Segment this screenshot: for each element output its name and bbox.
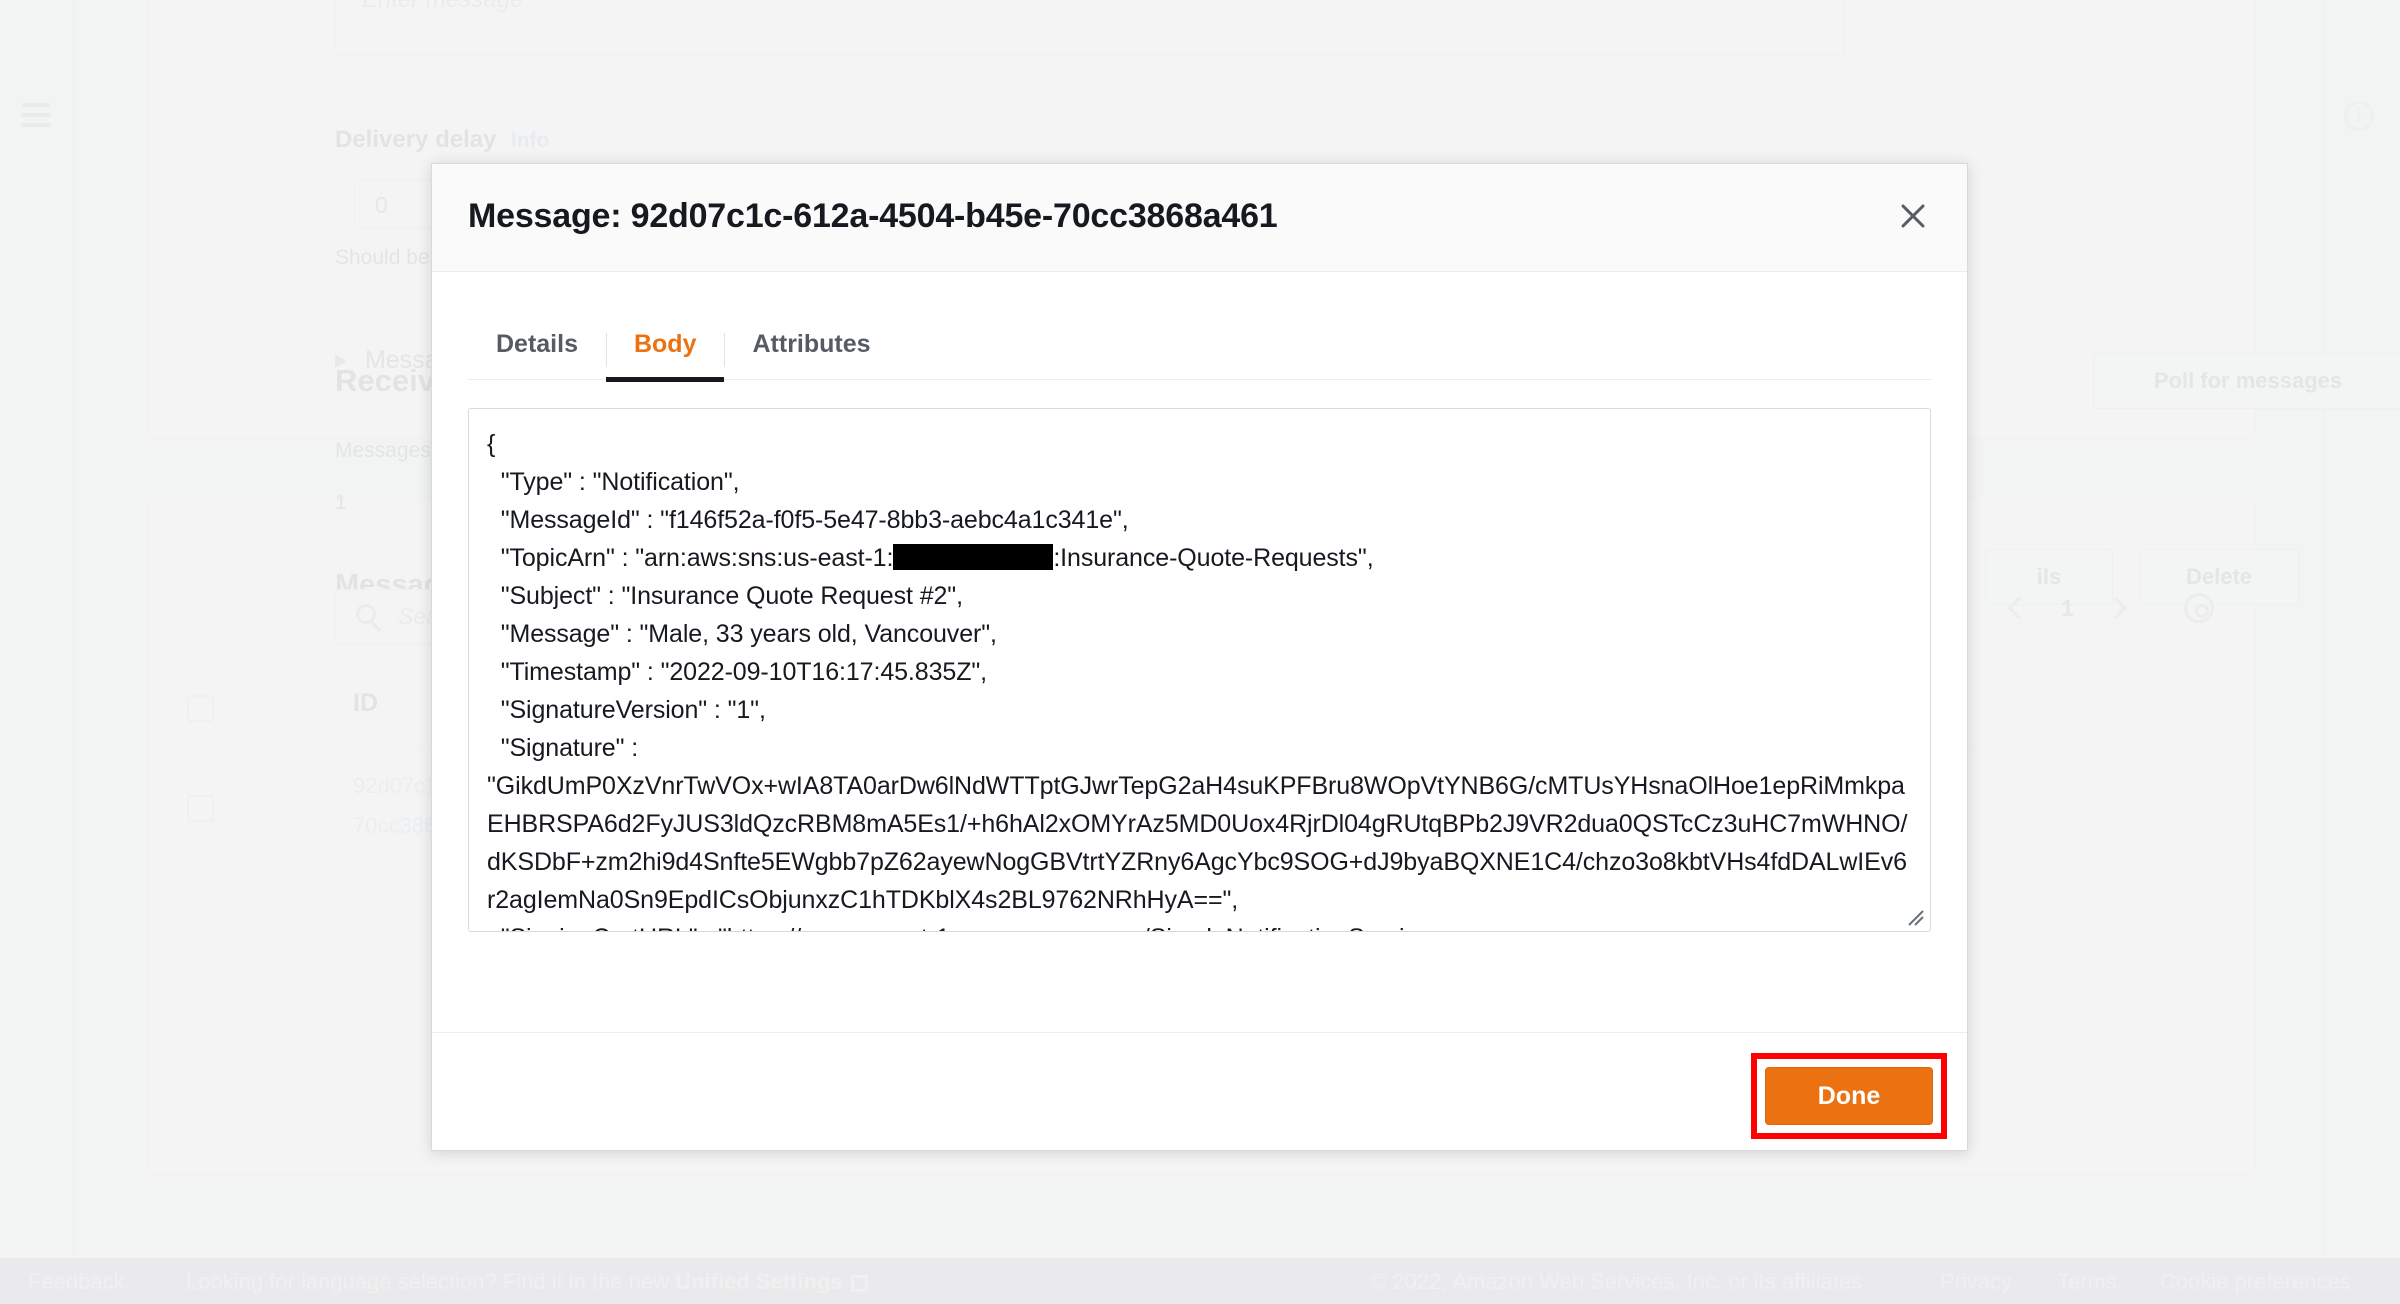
json-line-signature-value: "GikdUmP0XzVnrTwVOx+wIA8TA0arDw6lNdWTTpt… bbox=[487, 772, 1908, 914]
screen: i Enter the message to send to the queue… bbox=[0, 0, 2400, 1304]
json-line-signature-key: "Signature" : bbox=[487, 734, 645, 762]
modal-title: Message: 92d07c1c-612a-4504-b45e-70cc386… bbox=[468, 197, 1278, 235]
modal-header: Message: 92d07c1c-612a-4504-b45e-70cc386… bbox=[432, 164, 1967, 272]
message-body-code-box[interactable]: { "Type" : "Notification", "MessageId" :… bbox=[468, 408, 1931, 932]
close-icon[interactable] bbox=[1885, 188, 1941, 244]
message-body-content: { "Type" : "Notification", "MessageId" :… bbox=[487, 425, 1910, 931]
resize-handle-icon[interactable] bbox=[1903, 905, 1925, 927]
tab-attributes[interactable]: Attributes bbox=[724, 330, 898, 379]
json-line-messageid: "MessageId" : "f146f52a-f0f5-5e47-8bb3-a… bbox=[487, 506, 1129, 534]
tab-details[interactable]: Details bbox=[468, 330, 606, 379]
modal-body: Details Body Attributes { "Type" : "Noti… bbox=[432, 272, 1967, 1032]
json-line-signingcerturl: "SigningCertURL" : "https://sns.us-east-… bbox=[487, 924, 1439, 931]
tab-body[interactable]: Body bbox=[605, 330, 725, 382]
json-line-message: "Message" : "Male, 33 years old, Vancouv… bbox=[487, 620, 997, 648]
json-line-timestamp: "Timestamp" : "2022-09-10T16:17:45.835Z"… bbox=[487, 658, 987, 686]
modal-tabs: Details Body Attributes bbox=[468, 272, 1931, 382]
redacted-account-id bbox=[893, 544, 1054, 570]
json-line-type: "Type" : "Notification", bbox=[487, 468, 740, 496]
json-line-signatureversion: "SignatureVersion" : "1", bbox=[487, 696, 766, 724]
json-line-open: { bbox=[487, 430, 496, 458]
json-line-topicarn-pre: "TopicArn" : "arn:aws:sns:us-east-1: bbox=[487, 544, 894, 572]
done-button[interactable]: Done bbox=[1765, 1067, 1933, 1125]
json-line-topicarn-post: :Insurance-Quote-Requests", bbox=[1053, 544, 1374, 572]
message-detail-modal: Message: 92d07c1c-612a-4504-b45e-70cc386… bbox=[431, 163, 1968, 1151]
modal-footer: Done bbox=[432, 1032, 1967, 1150]
json-line-subject: "Subject" : "Insurance Quote Request #2"… bbox=[487, 582, 963, 610]
